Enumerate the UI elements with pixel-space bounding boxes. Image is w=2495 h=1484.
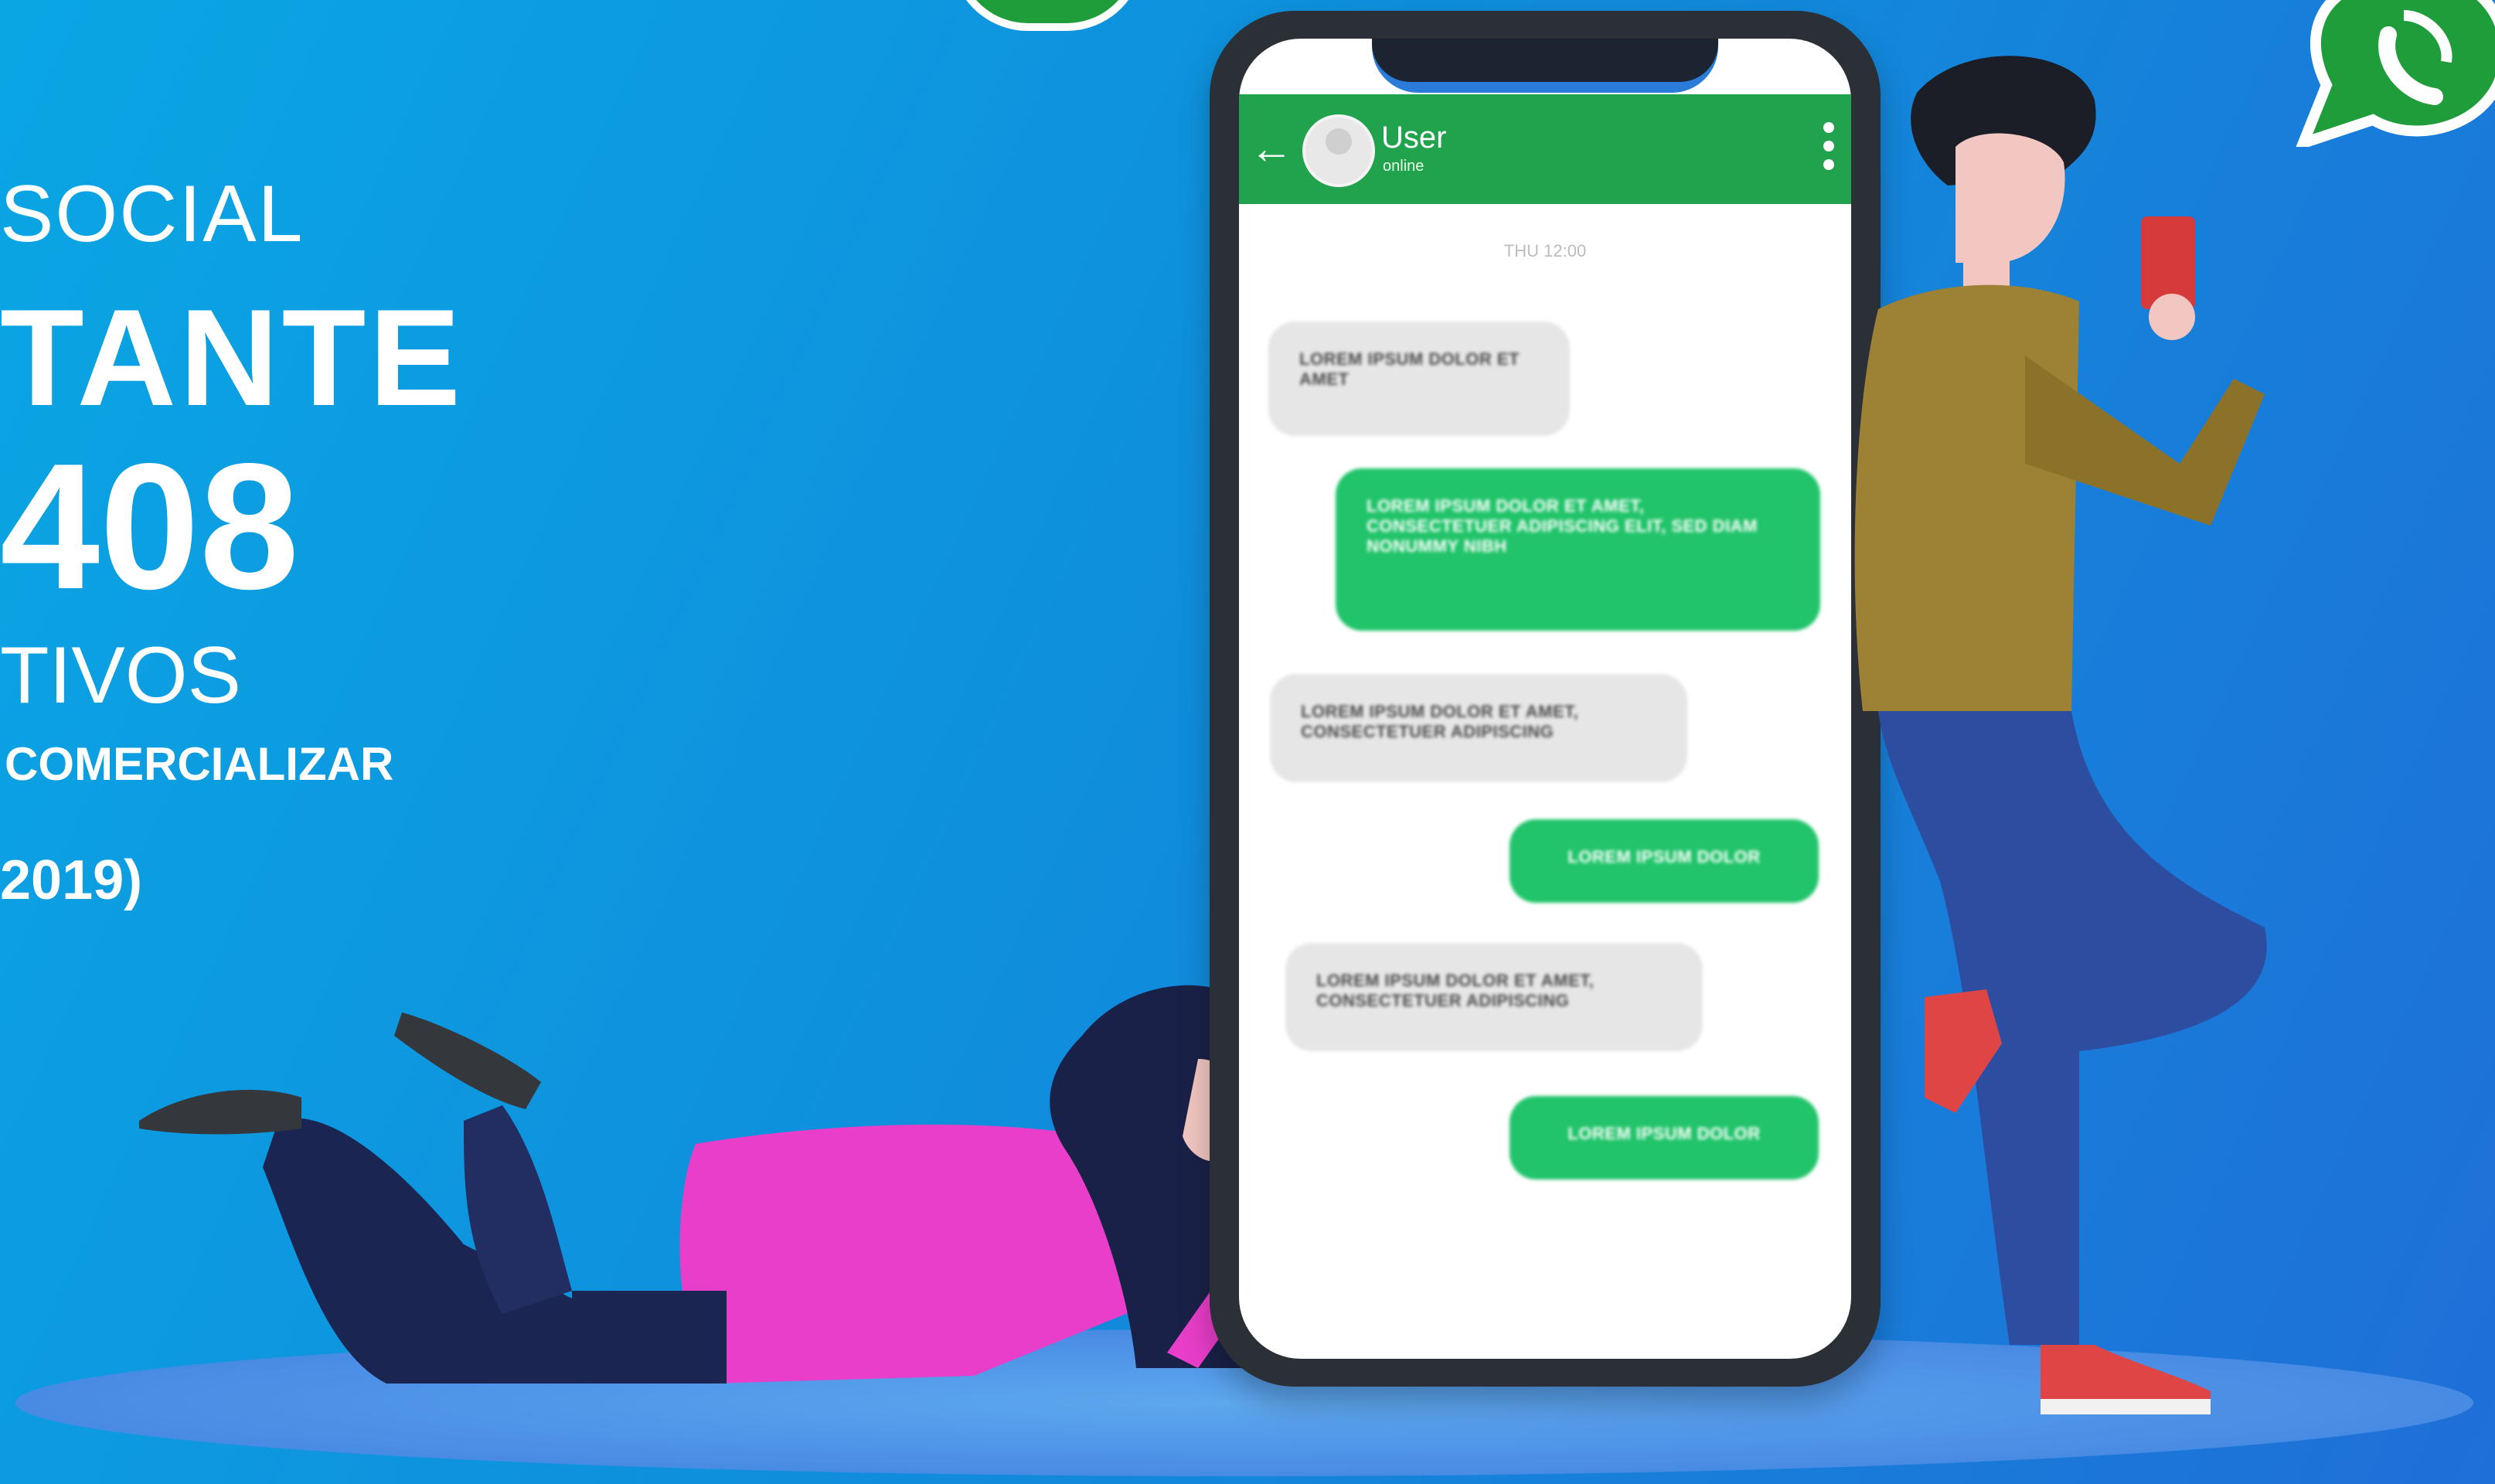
message-incoming: LOREM IPSUM DOLOR ET AMET [1268, 322, 1570, 436]
message-incoming: LOREM IPSUM DOLOR ET AMET, CONSECTETUER … [1270, 674, 1687, 782]
message-incoming: LOREM IPSUM DOLOR ET AMET, CONSECTETUER … [1285, 943, 1703, 1051]
woman-illustration [139, 985, 1343, 1384]
avatar[interactable] [1302, 114, 1375, 187]
headline-line-4: TIVOS [0, 631, 242, 720]
man-illustration [1854, 56, 2267, 1414]
more-options-icon[interactable] [1823, 122, 1836, 176]
whatsapp-icon [2296, 0, 2495, 147]
phone-notch [1372, 39, 1718, 93]
message-outgoing: LOREM IPSUM DOLOR [1510, 819, 1819, 903]
contact-status: online [1383, 158, 1424, 175]
chat-header: ← User online [1239, 94, 1851, 204]
phone-frame: ← User online THU 12:00 LOREM IPSUM DOLO… [1210, 11, 1881, 1387]
message-outgoing: LOREM IPSUM DOLOR [1510, 1096, 1819, 1179]
back-arrow-icon[interactable]: ← [1250, 125, 1296, 172]
contact-name: User [1381, 121, 1447, 155]
headline-line-5: COMERCIALIZAR [5, 738, 394, 790]
headline-line-6: 2019) [0, 849, 143, 911]
message-outgoing: LOREM IPSUM DOLOR ET AMET, CONSECTETUER … [1336, 468, 1820, 631]
headline-line-1: SOCIAL [0, 169, 305, 259]
headline-line-2: TANTE [0, 281, 465, 434]
chat-timestamp: THU 12:00 [1503, 241, 1587, 260]
chat-screen: ← User online THU 12:00 LOREM IPSUM DOLO… [1239, 39, 1851, 1359]
headline-line-3: 408 [0, 427, 300, 627]
